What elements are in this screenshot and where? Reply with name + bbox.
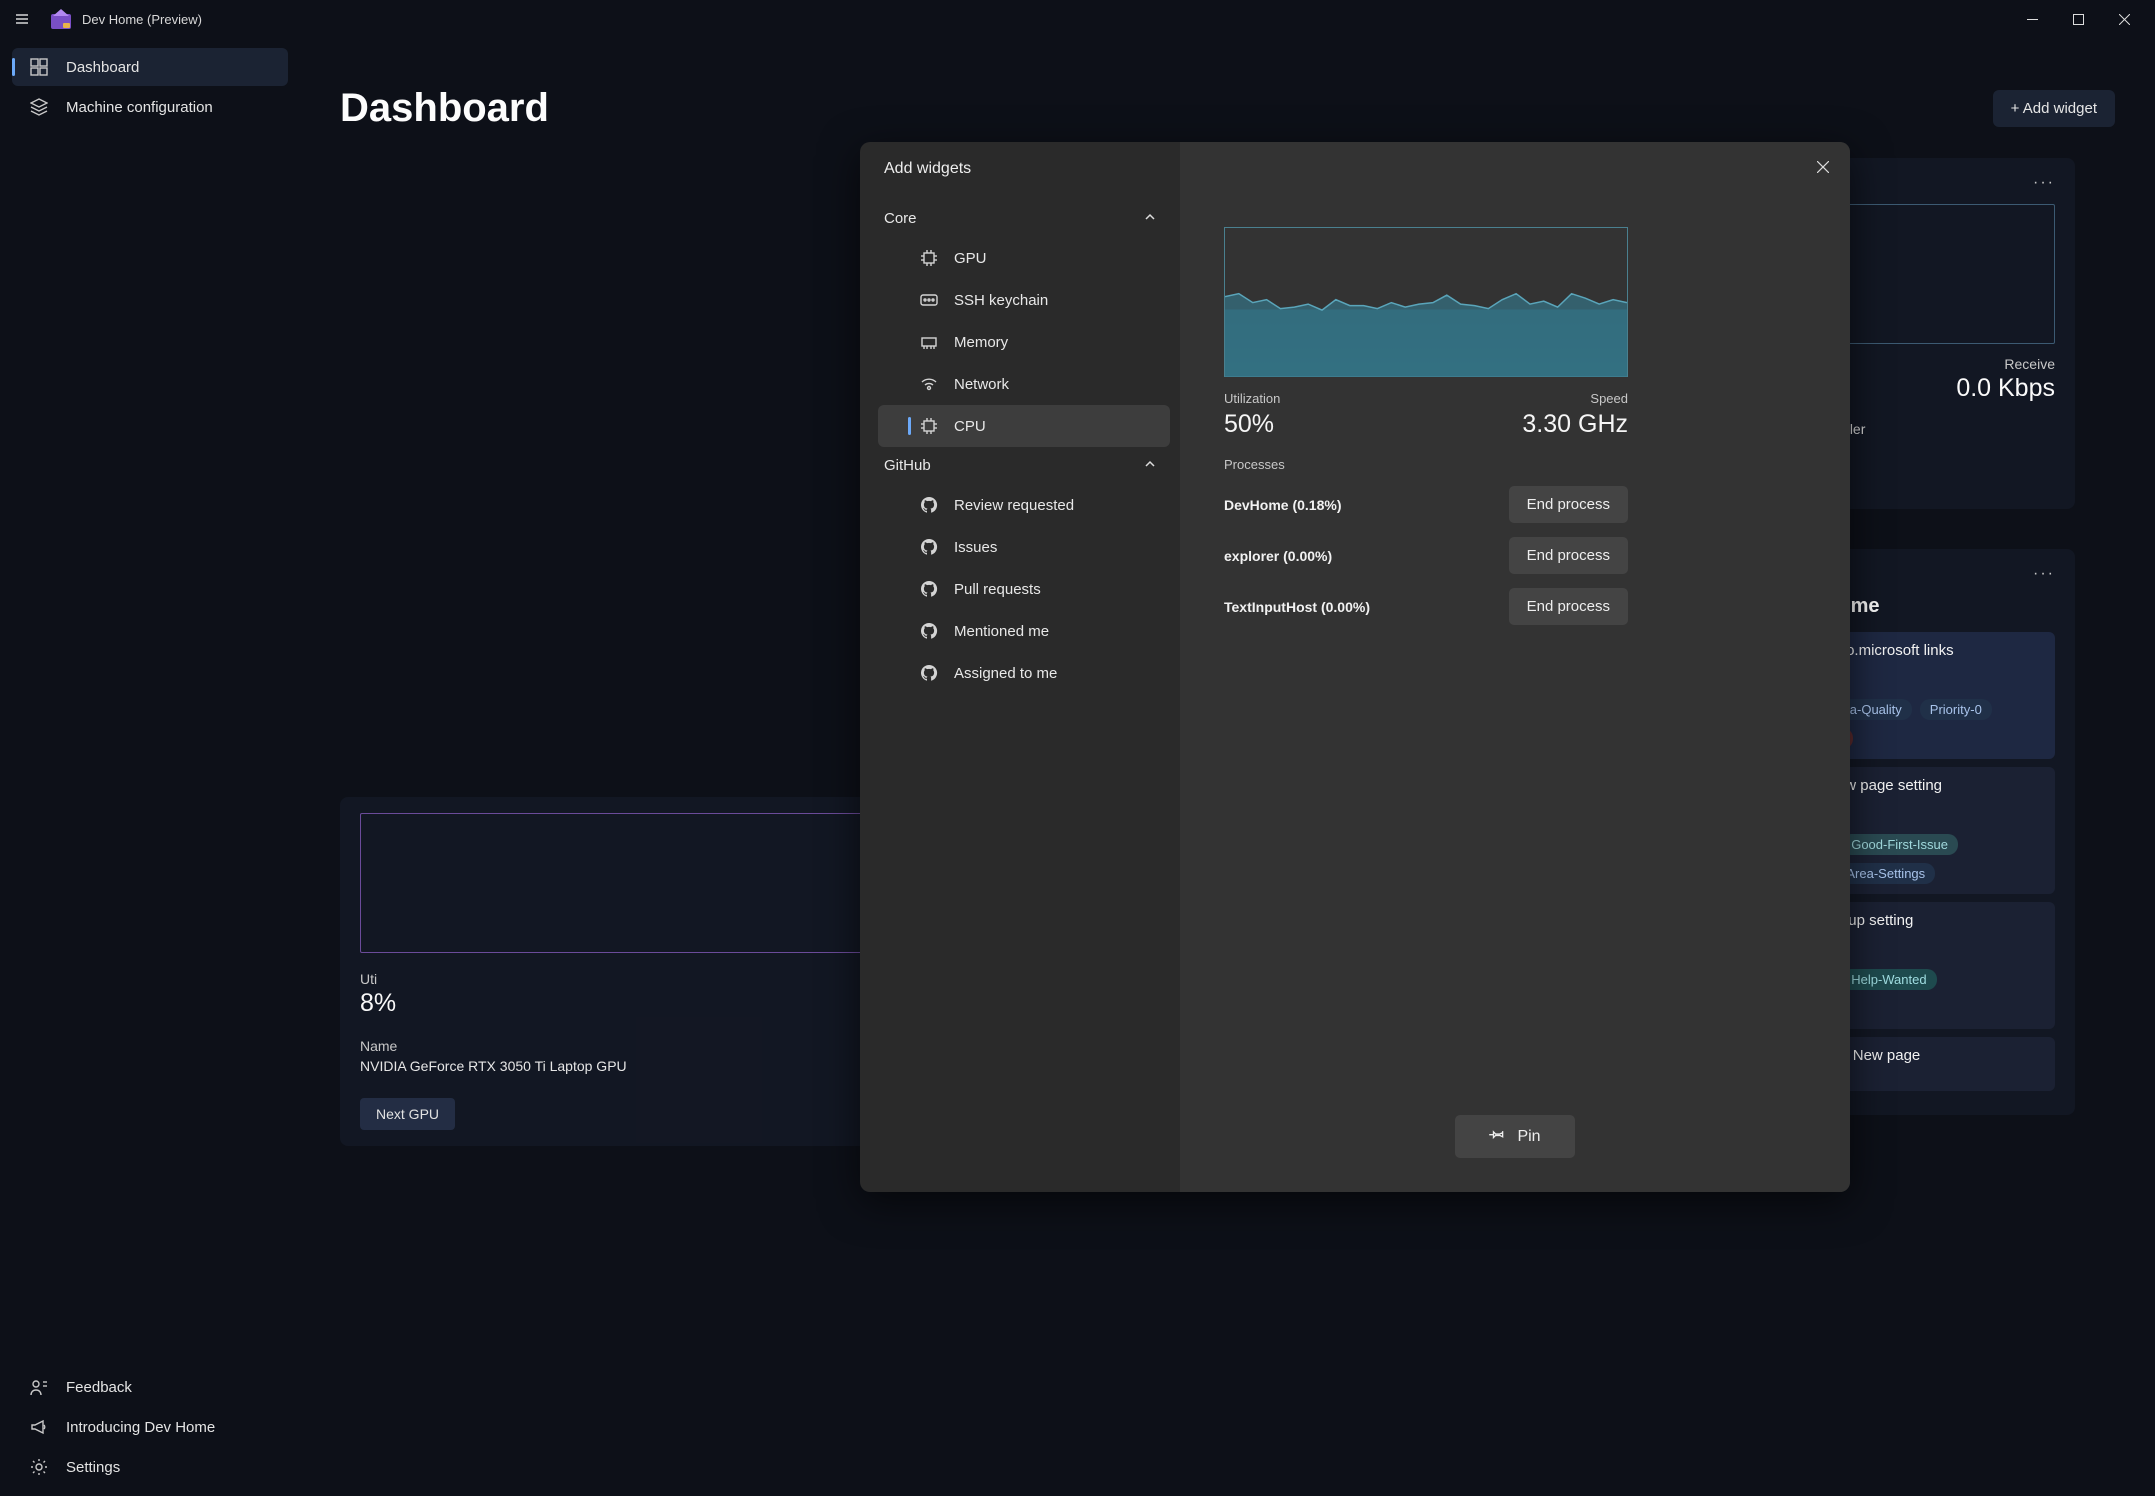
widget-group-core[interactable]: Core xyxy=(878,200,1170,237)
gpu-util-label: Uti xyxy=(360,971,900,987)
end-process-button[interactable]: End process xyxy=(1509,486,1628,523)
widget-option-label: Network xyxy=(954,376,1009,393)
widget-option-ssh-keychain[interactable]: SSH keychain xyxy=(878,279,1170,321)
key-icon xyxy=(920,291,938,309)
gpu-name-value: NVIDIA GeForce RTX 3050 Ti Laptop GPU xyxy=(360,1058,900,1074)
app-title: Dev Home (Preview) xyxy=(82,12,202,27)
sidebar-item-settings[interactable]: Settings xyxy=(12,1448,288,1486)
process-row: TextInputHost (0.00%) End process xyxy=(1224,588,1628,625)
gpu-util-value: 8% xyxy=(360,989,900,1018)
sidebar-item-introducing-dev-home[interactable]: Introducing Dev Home xyxy=(12,1408,288,1446)
widget-option-mentioned-me[interactable]: Mentioned me xyxy=(878,610,1170,652)
widget-option-network[interactable]: Network xyxy=(878,363,1170,405)
widget-option-label: Mentioned me xyxy=(954,623,1049,640)
widget-more-icon[interactable]: ··· xyxy=(2033,174,2055,192)
sidebar-item-dashboard[interactable]: Dashboard xyxy=(12,48,288,86)
window-maximize[interactable] xyxy=(2055,4,2101,34)
app-icon xyxy=(50,8,72,30)
page-title: Dashboard xyxy=(340,86,549,131)
cpu-chart xyxy=(1224,227,1628,377)
widget-option-label: Assigned to me xyxy=(954,665,1057,682)
widget-option-label: Review requested xyxy=(954,497,1074,514)
process-row: DevHome (0.18%) End process xyxy=(1224,486,1628,523)
chip-icon xyxy=(920,249,938,267)
issue-tag: Help-Wanted xyxy=(1841,969,1936,990)
gear-icon xyxy=(30,1458,48,1476)
github-icon xyxy=(920,496,938,514)
chip-icon xyxy=(920,417,938,435)
chevron-up-icon xyxy=(1144,457,1156,474)
megaphone-icon xyxy=(30,1418,48,1436)
gpu-widget: Uti 8% Name NVIDIA GeForce RTX 3050 Ti L… xyxy=(340,797,920,1146)
feedback-icon xyxy=(30,1378,48,1396)
gpu-name-label: Name xyxy=(360,1038,900,1054)
sidebar-item-label: Machine configuration xyxy=(66,99,213,116)
network-receive-label: Receive xyxy=(1956,356,2055,372)
hamburger-menu[interactable] xyxy=(8,5,36,33)
close-icon[interactable] xyxy=(1810,154,1836,180)
dashboard-icon xyxy=(30,58,48,76)
network-receive-value: 0.0 Kbps xyxy=(1956,374,2055,403)
widget-option-cpu[interactable]: CPU xyxy=(878,405,1170,447)
widget-option-assigned-to-me[interactable]: Assigned to me xyxy=(878,652,1170,694)
widget-option-issues[interactable]: Issues xyxy=(878,526,1170,568)
issue-tag: Area-Settings xyxy=(1836,863,1935,884)
pin-button[interactable]: Pin xyxy=(1455,1115,1574,1158)
pin-label: Pin xyxy=(1517,1128,1540,1146)
github-icon xyxy=(920,622,938,640)
widget-option-memory[interactable]: Memory xyxy=(878,321,1170,363)
titlebar: Dev Home (Preview) xyxy=(0,0,2155,38)
process-name: explorer (0.00%) xyxy=(1224,548,1332,564)
github-icon xyxy=(920,580,938,598)
widget-option-label: GPU xyxy=(954,250,987,267)
sidebar-item-label: Dashboard xyxy=(66,59,139,76)
widget-option-review-requested[interactable]: Review requested xyxy=(878,484,1170,526)
widget-option-label: Issues xyxy=(954,539,997,556)
add-widget-button[interactable]: + Add widget xyxy=(1993,90,2115,127)
memory-icon xyxy=(920,333,938,351)
widget-option-label: SSH keychain xyxy=(954,292,1048,309)
main: Dashboard + Add widget Uti 8% Name NVIDI… xyxy=(300,38,2155,1496)
next-gpu-button[interactable]: Next GPU xyxy=(360,1098,455,1130)
pin-icon xyxy=(1489,1126,1505,1147)
util-value: 50% xyxy=(1224,410,1280,439)
process-name: TextInputHost (0.00%) xyxy=(1224,599,1370,615)
github-icon xyxy=(920,538,938,556)
widget-option-gpu[interactable]: GPU xyxy=(878,237,1170,279)
widget-more-icon[interactable]: ··· xyxy=(2033,565,2055,583)
widget-group-github[interactable]: GitHub xyxy=(878,447,1170,484)
speed-value: 3.30 GHz xyxy=(1522,410,1628,439)
end-process-button[interactable]: End process xyxy=(1509,537,1628,574)
github-icon xyxy=(920,664,938,682)
network-icon xyxy=(920,375,938,393)
sidebar-item-machine-configuration[interactable]: Machine configuration xyxy=(12,88,288,126)
util-label: Utilization xyxy=(1224,391,1280,406)
widget-option-label: Memory xyxy=(954,334,1008,351)
sidebar-item-label: Introducing Dev Home xyxy=(66,1419,215,1436)
sidebar-item-label: Feedback xyxy=(66,1379,132,1396)
widget-option-label: Pull requests xyxy=(954,581,1041,598)
window-minimize[interactable] xyxy=(2009,4,2055,34)
issue-tag: Good-First-Issue xyxy=(1841,834,1958,855)
widget-option-pull-requests[interactable]: Pull requests xyxy=(878,568,1170,610)
window-close[interactable] xyxy=(2101,4,2147,34)
add-widgets-modal: Add widgets Core GPU SSH keychain Memory Net… xyxy=(860,142,1850,1192)
end-process-button[interactable]: End process xyxy=(1509,588,1628,625)
process-row: explorer (0.00%) End process xyxy=(1224,537,1628,574)
speed-label: Speed xyxy=(1522,391,1628,406)
issue-tag: Priority-0 xyxy=(1920,699,1992,720)
chevron-up-icon xyxy=(1144,210,1156,227)
stack-icon xyxy=(30,98,48,116)
processes-label: Processes xyxy=(1224,457,1806,472)
sidebar-item-feedback[interactable]: Feedback xyxy=(12,1368,288,1406)
gpu-chart-box xyxy=(360,813,900,953)
widget-option-label: CPU xyxy=(954,418,986,435)
sidebar: Dashboard Machine configuration Feedback I… xyxy=(0,38,300,1496)
modal-title: Add widgets xyxy=(878,160,1170,178)
sidebar-item-label: Settings xyxy=(66,1459,120,1476)
process-name: DevHome (0.18%) xyxy=(1224,497,1342,513)
